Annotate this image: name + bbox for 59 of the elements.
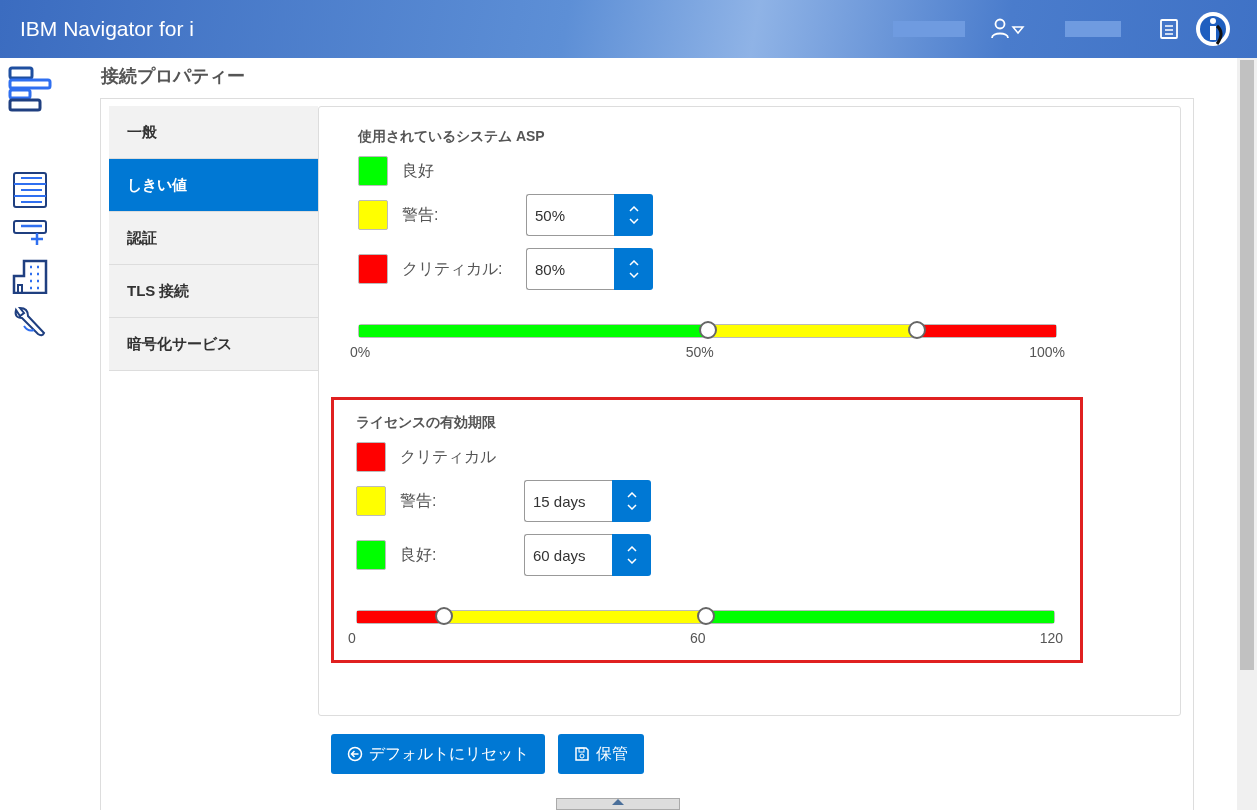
- scrollbar[interactable]: [1237, 58, 1257, 810]
- slider-track[interactable]: [356, 610, 1055, 624]
- value-input[interactable]: 15 days: [524, 480, 612, 522]
- reset-button[interactable]: デフォルトにリセット: [331, 734, 545, 774]
- section-title: ライセンスの有効期限: [356, 414, 497, 432]
- threshold-label: 良好:: [400, 544, 438, 565]
- chevron-down-icon[interactable]: [628, 218, 639, 224]
- chevron-up-icon[interactable]: [626, 492, 637, 498]
- threshold-label: クリティカル:: [402, 258, 504, 279]
- tab[interactable]: 一般: [109, 106, 318, 159]
- document-icon[interactable]: [1159, 18, 1179, 40]
- spinner-buttons[interactable]: [612, 480, 651, 522]
- tick-label: 0: [348, 630, 356, 646]
- spinner-buttons[interactable]: [614, 194, 653, 236]
- user-menu-icon[interactable]: [991, 18, 1027, 40]
- redacted-block: [1065, 21, 1121, 37]
- tab[interactable]: 暗号化サービス: [109, 318, 318, 371]
- info-icon[interactable]: [1195, 11, 1231, 47]
- value-input[interactable]: 50%: [526, 194, 614, 236]
- app-title: IBM Navigator for i: [20, 17, 195, 41]
- chevron-up-icon[interactable]: [626, 546, 637, 552]
- value-input[interactable]: 60 days: [524, 534, 612, 576]
- back-arrow-circle-icon: [347, 746, 363, 762]
- server-rack-icon[interactable]: [13, 172, 47, 208]
- chevron-down-icon[interactable]: [626, 504, 637, 510]
- threshold-label: 警告:: [400, 490, 438, 511]
- threshold-label: クリティカル: [400, 446, 497, 467]
- threshold-label: 良好: [402, 160, 435, 181]
- slider-thumb[interactable]: [698, 321, 717, 339]
- chevron-down-icon[interactable]: [628, 272, 639, 278]
- spinner-buttons[interactable]: [614, 248, 653, 290]
- tab[interactable]: しきい値: [109, 159, 318, 212]
- page-title: 接続プロパティー: [101, 65, 246, 88]
- server-add-icon[interactable]: [13, 220, 47, 246]
- value-input[interactable]: 80%: [526, 248, 614, 290]
- tick-label: 60: [689, 630, 706, 646]
- tick-label: 0%: [350, 344, 371, 360]
- wrench-icon[interactable]: [12, 306, 48, 338]
- threshold-label: 警告:: [402, 204, 440, 225]
- panel-toggle-button[interactable]: [556, 798, 680, 810]
- tab[interactable]: 認証: [109, 212, 318, 265]
- section-title: 使用されているシステム ASP: [358, 128, 546, 146]
- tick-label: 100%: [1029, 344, 1065, 360]
- slider-thumb[interactable]: [907, 321, 926, 339]
- chevron-up-icon[interactable]: [628, 260, 639, 266]
- chevron-up-icon[interactable]: [628, 206, 639, 212]
- save-button[interactable]: 保管: [558, 734, 644, 774]
- slider-thumb[interactable]: [435, 607, 454, 625]
- spinner-buttons[interactable]: [612, 534, 651, 576]
- slider-thumb[interactable]: [696, 607, 715, 625]
- chevron-down-icon[interactable]: [626, 558, 637, 564]
- slider-track[interactable]: [358, 324, 1057, 338]
- building-icon[interactable]: [12, 258, 48, 294]
- tick-label: 120: [1039, 630, 1063, 646]
- redacted-block: [893, 21, 965, 37]
- triangle-up-icon: [612, 799, 624, 805]
- menu-icon[interactable]: [8, 66, 52, 112]
- tick-label: 50%: [685, 344, 714, 360]
- tab[interactable]: TLS 接続: [109, 265, 318, 318]
